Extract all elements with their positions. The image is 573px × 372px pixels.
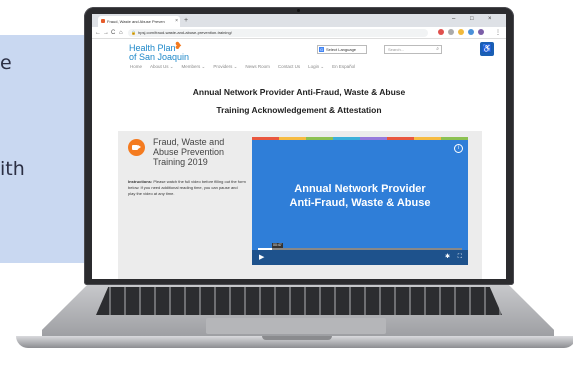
play-icon[interactable]: ▶ <box>259 253 264 262</box>
home-button[interactable]: ⌂ <box>119 28 123 38</box>
extension-icon[interactable] <box>438 29 444 35</box>
menu-kebab-icon[interactable]: ⋮ <box>495 28 501 38</box>
page-subtitle: Training Acknowledgement & Attestation <box>216 105 382 115</box>
course-title: Fraud, Waste and <box>153 137 225 147</box>
settings-icon[interactable]: ✱ <box>445 253 450 262</box>
page-title: Annual Network Provider Anti-Fraud, Wast… <box>192 87 406 97</box>
url-text: hpsj.com/fraud-waste-and-abuse-preventio… <box>138 30 232 35</box>
browser-tab[interactable]: Fraud, Waste and Abuse Preven × <box>98 16 180 27</box>
laptop-notch <box>262 336 332 340</box>
profile-avatar[interactable] <box>468 29 474 35</box>
info-icon[interactable]: i <box>454 144 463 153</box>
tab-close-icon[interactable]: × <box>175 16 178 27</box>
google-icon: G <box>319 47 324 52</box>
language-select[interactable]: G Select Language <box>317 45 367 54</box>
nav-item-contact[interactable]: Contact Us <box>278 63 300 71</box>
video-title: Anti-Fraud, Waste & Abuse <box>289 197 431 209</box>
nav-item-espanol[interactable]: En Español <box>332 63 355 71</box>
video-player[interactable]: i Annual Network Provider Anti-Fraud, Wa… <box>252 137 468 265</box>
star-icon[interactable] <box>448 29 454 35</box>
nav-item-home[interactable]: Home <box>130 63 142 71</box>
forward-button[interactable]: → <box>103 28 109 38</box>
web-page: Health Plan of San Joaquin ❥ G Select La… <box>92 39 506 279</box>
strip-segment <box>252 137 279 140</box>
lock-icon: 🔒 <box>131 30 136 35</box>
minimize-button[interactable]: – <box>452 14 455 24</box>
maximize-button[interactable]: □ <box>470 14 474 24</box>
close-window-button[interactable]: × <box>488 14 492 24</box>
video-title: Annual Network Provider <box>294 183 426 195</box>
extension-icon[interactable] <box>478 29 484 35</box>
instructions-text: Instructions: Please watch the full vide… <box>128 179 246 197</box>
address-bar[interactable]: 🔒 hpsj.com/fraud-waste-and-abuse-prevent… <box>128 29 428 37</box>
strip-segment <box>414 137 441 140</box>
laptop-keyboard <box>96 287 502 315</box>
nav-item-providers[interactable]: Providers ⌄ <box>213 63 237 71</box>
site-search-input[interactable]: Search... ⌕ <box>384 45 442 54</box>
strip-segment <box>387 137 414 140</box>
strip-segment <box>360 137 387 140</box>
strip-segment <box>279 137 306 140</box>
stage: e ith Fraud, Waste and Abuse Preven × + … <box>0 0 573 372</box>
nav-item-members[interactable]: Members ⌄ <box>182 63 206 71</box>
nav-item-newsroom[interactable]: News Room <box>245 63 270 71</box>
nav-item-about[interactable]: About Us ⌄ <box>150 63 174 71</box>
main-nav: Home About Us ⌄ Members ⌄ Providers ⌄ Ne… <box>130 63 460 71</box>
search-icon[interactable]: ⌕ <box>436 46 439 53</box>
video-color-strip <box>252 137 468 140</box>
logo-line2: of San Joaquin <box>129 52 190 62</box>
laptop-trackpad <box>206 318 386 334</box>
backdrop-text-fragment: e <box>0 52 12 74</box>
logo-bird-icon: ❥ <box>174 41 183 52</box>
browser-toolbar: ← → C ⌂ 🔒 hpsj.com/fraud-waste-and-abuse… <box>92 27 506 39</box>
laptop-screen: Fraud, Waste and Abuse Preven × + – □ × … <box>92 14 506 279</box>
fullscreen-icon[interactable]: ⛶ <box>458 253 462 262</box>
strip-segment <box>306 137 333 140</box>
favicon-icon <box>101 19 105 23</box>
video-camera-icon <box>128 139 145 156</box>
course-title: Abuse Prevention <box>153 147 225 157</box>
new-tab-button[interactable]: + <box>184 16 188 25</box>
tab-title: Fraud, Waste and Abuse Preven <box>107 19 165 24</box>
video-controls: ▶ ✱ ⛶ <box>252 250 468 265</box>
laptop-camera <box>297 9 300 12</box>
browser-tabbar: Fraud, Waste and Abuse Preven × + – □ × <box>92 14 506 27</box>
instructions-label: Instructions: <box>128 179 153 184</box>
backdrop-text-fragment: ith <box>0 158 25 180</box>
training-section: Fraud, Waste and Abuse Prevention Traini… <box>118 131 482 279</box>
nav-item-login[interactable]: Login ⌄ <box>308 63 324 71</box>
language-select-label: Select Language <box>326 47 357 52</box>
course-title: Training 2019 <box>153 157 208 167</box>
search-placeholder: Search... <box>388 47 405 52</box>
back-button[interactable]: ← <box>95 28 101 38</box>
accessibility-icon[interactable]: ♿ <box>480 42 494 56</box>
strip-segment <box>333 137 360 140</box>
extension-icon[interactable] <box>458 29 464 35</box>
strip-segment <box>441 137 468 140</box>
reload-button[interactable]: C <box>111 28 115 38</box>
